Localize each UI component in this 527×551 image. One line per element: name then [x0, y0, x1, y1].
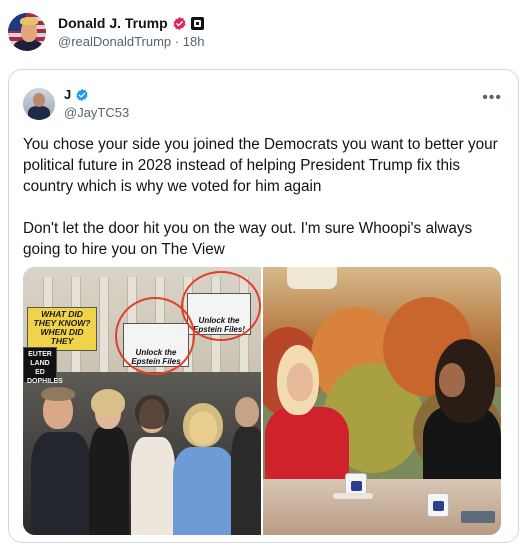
verified-badge-icon	[173, 16, 186, 30]
annotation-circle	[181, 271, 261, 341]
quoted-paragraph-1: You chose your side you joined the Democ…	[23, 136, 498, 195]
verified-badge-icon	[76, 88, 88, 101]
post-timestamp[interactable]: 18h	[183, 34, 205, 49]
quoted-author-avatar[interactable]	[23, 87, 55, 120]
media-grid: WHAT DID THEY KNOW? WHEN DID THEY Unlock…	[23, 267, 501, 535]
protest-sign: WHAT DID THEY KNOW? WHEN DID THEY	[27, 307, 97, 351]
post-header: Donald J. Trump @realDonaldTrump · 18h	[8, 10, 204, 54]
quoted-author-handle[interactable]: @JayTC53	[64, 105, 129, 120]
quoted-post-header: J @JayTC53	[23, 87, 129, 120]
quoted-author-info: J @JayTC53	[64, 87, 129, 120]
quoted-post-card[interactable]: J @JayTC53 ••• You chose your side you j…	[8, 69, 519, 543]
author-meta: @realDonaldTrump · 18h	[58, 34, 204, 49]
protest-photo[interactable]: WHAT DID THEY KNOW? WHEN DID THEY Unlock…	[23, 267, 261, 535]
talk-show-photo[interactable]	[263, 267, 501, 535]
affiliate-badge-icon	[190, 16, 204, 30]
author-handle[interactable]: @realDonaldTrump	[58, 34, 171, 49]
quoted-author-name[interactable]: J	[64, 87, 71, 102]
quoted-paragraph-2: Don't let the door hit you on the way ou…	[23, 220, 473, 258]
author-name[interactable]: Donald J. Trump	[58, 15, 168, 31]
mug	[427, 493, 449, 517]
author-avatar[interactable]	[8, 13, 46, 51]
time-separator: ·	[174, 34, 180, 49]
author-info: Donald J. Trump @realDonaldTrump · 18h	[58, 15, 204, 49]
more-icon[interactable]: •••	[482, 89, 502, 107]
quoted-post-text: You chose your side you joined the Democ…	[23, 134, 511, 281]
protest-sign: EUTER LAND ED DOPHILES	[23, 347, 63, 385]
